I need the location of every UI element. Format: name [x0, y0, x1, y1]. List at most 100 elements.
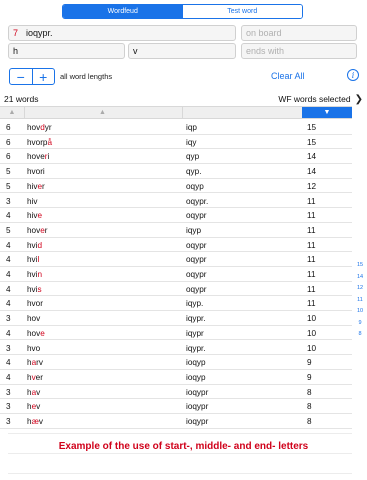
letters-input[interactable]: 7 ioqypr.	[8, 25, 236, 41]
table-row[interactable]: 3 hvo iqypr. 10	[0, 341, 352, 356]
word-list-selector[interactable]: WF words selected ❯	[278, 94, 363, 105]
remaining-letters: iqypr.	[186, 343, 206, 353]
word-score: 11	[307, 196, 316, 206]
table-row[interactable]: 5 hiver oqyp 12	[0, 179, 352, 194]
word-score: 11	[307, 255, 316, 265]
table-row[interactable]: 6 hovdyr iqp 15	[0, 120, 352, 135]
table-row[interactable]: 4 hvor iqyp. 11	[0, 296, 352, 312]
word-cell: hiv	[27, 197, 37, 206]
score-index-item[interactable]: 8	[354, 331, 366, 337]
word-part: v	[38, 417, 43, 426]
results-summary-bar: 21 words WF words selected ❯	[0, 92, 367, 106]
word-cell: hvin	[27, 270, 42, 279]
table-row[interactable]: 4 hver ioqyp 9	[0, 370, 352, 385]
word-score: 8	[307, 402, 312, 412]
ends-with-field[interactable]: ends with	[241, 43, 357, 59]
word-part: hvi	[27, 270, 38, 279]
word-part: hvori	[27, 167, 45, 177]
table-row[interactable]: 4 hvil oqypr 11	[0, 252, 352, 267]
table-row[interactable]: 3 hav ioqypr 8	[0, 385, 352, 400]
word-part: hov	[27, 314, 41, 324]
table-row[interactable]: 4 hvin oqypr 11	[0, 267, 352, 282]
table-row[interactable]: 4 hvis oqypr 11	[0, 282, 352, 297]
word-score: 10	[307, 343, 317, 353]
decrease-length-button[interactable]: −	[10, 69, 32, 84]
word-length: 3	[6, 417, 11, 426]
word-list-label: WF words selected	[278, 94, 351, 104]
sort-word-button[interactable]: ▲	[24, 107, 180, 118]
word-part: r	[44, 225, 48, 235]
start-letters-field[interactable]: h	[8, 43, 125, 59]
remaining-letters: iqypr	[186, 328, 204, 338]
highlighted-letter: n	[37, 270, 43, 279]
score-index-item[interactable]: 12	[354, 285, 366, 291]
table-row[interactable]: 4 hvid oqypr 11	[0, 238, 352, 253]
word-length: 5	[6, 181, 11, 191]
word-cell: hvo	[27, 344, 40, 353]
sort-score-button[interactable]: ▼	[302, 107, 352, 118]
word-length: 4	[6, 270, 11, 279]
caption-text: Example of the use of start-, middle- an…	[58, 441, 309, 452]
table-row[interactable]: 4 hove iqypr 10	[0, 326, 352, 341]
word-length: 6	[6, 137, 11, 147]
remaining-letters: ioqyp	[186, 358, 206, 368]
word-length: 4	[6, 240, 11, 250]
word-part: hov	[27, 328, 41, 338]
middle-letters-field[interactable]: v	[128, 43, 236, 59]
table-row[interactable]: 3 hiv oqypr. 11	[0, 194, 352, 209]
highlighted-letter: e	[40, 328, 45, 338]
remaining-letters: ioqypr	[186, 417, 209, 426]
table-header: ▲ ▲ ▼	[0, 106, 352, 119]
word-score: 11	[307, 284, 316, 294]
word-part: hvo	[27, 343, 41, 353]
word-part: hvor	[27, 299, 43, 309]
on-board-field[interactable]: on board	[241, 25, 357, 41]
word-part: hiv	[27, 181, 38, 191]
table-row[interactable]: 6 hvorpå iqy 15	[0, 135, 352, 150]
word-part: hvi	[27, 240, 38, 250]
increase-length-button[interactable]: +	[31, 69, 55, 84]
word-cell: hove	[27, 329, 45, 338]
word-length: 3	[6, 387, 11, 397]
word-length: 4	[6, 328, 11, 338]
word-cell: hov	[27, 314, 40, 323]
remaining-letters: iqyp.	[186, 299, 204, 309]
table-row[interactable]: 3 hev ioqypr 8	[0, 399, 352, 414]
word-score: 11	[307, 211, 316, 221]
table-row[interactable]: 6 hoveri qyp 14	[0, 149, 352, 165]
tab-wordfeud[interactable]: Wordfeud	[63, 5, 183, 18]
table-row[interactable]: 5 hover iqyp 11	[0, 223, 352, 238]
word-score: 12	[307, 181, 317, 191]
remaining-letters: oqyp	[186, 181, 204, 191]
highlighted-letter: å	[47, 137, 53, 147]
score-index-item[interactable]: 9	[354, 320, 366, 326]
divider	[8, 473, 352, 474]
table-row[interactable]: 5 hvori qyp. 14	[0, 164, 352, 179]
info-icon[interactable]: i	[347, 69, 359, 81]
table-row[interactable]: 3 hæv ioqypr 8	[0, 414, 352, 429]
word-part: hiv	[27, 196, 38, 206]
table-row[interactable]: 4 harv ioqyp 9	[0, 355, 352, 370]
word-score: 9	[307, 358, 312, 368]
table-row[interactable]: 3 hov iqypr. 10	[0, 311, 352, 326]
divider	[8, 453, 352, 454]
score-index-item[interactable]: 15	[354, 262, 366, 268]
remaining-letters: oqypr	[186, 255, 207, 265]
word-length: 5	[6, 167, 11, 177]
score-index-item[interactable]: 10	[354, 308, 366, 314]
clear-all-button[interactable]: Clear All	[271, 71, 305, 81]
score-index-item[interactable]: 11	[354, 297, 366, 303]
sort-length-button[interactable]: ▲	[0, 107, 24, 118]
word-score: 14	[307, 152, 317, 162]
word-length: 5	[6, 225, 11, 235]
sort-remaining-button[interactable]	[182, 107, 302, 118]
score-index-item[interactable]: 14	[354, 274, 366, 280]
tab-test-word[interactable]: Test word	[182, 5, 302, 18]
word-score: 15	[307, 123, 317, 132]
chevron-right-icon: ❯	[354, 93, 363, 105]
word-part: i	[47, 152, 50, 162]
table-row[interactable]: 4 hive oqypr 11	[0, 208, 352, 223]
word-part: er	[35, 372, 43, 382]
word-cell: harv	[27, 358, 43, 367]
word-length: 4	[6, 284, 11, 294]
